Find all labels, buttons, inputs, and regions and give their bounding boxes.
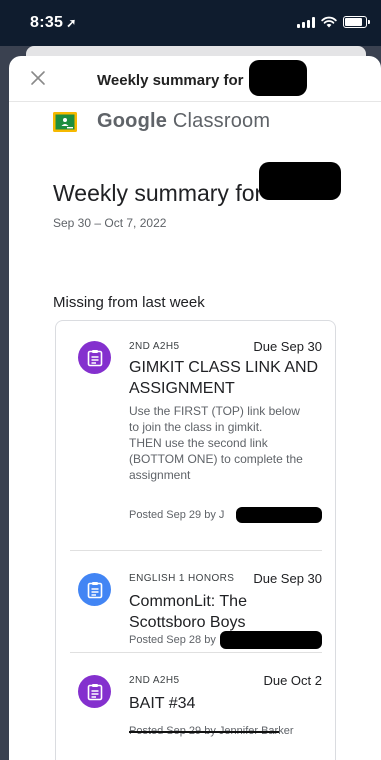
status-icons: [297, 16, 370, 28]
assignment-class: 2ND A2H5: [129, 341, 180, 352]
assignment-item[interactable]: ENGLISH 1 HONORS Due Sep 30 CommonLit: T…: [70, 551, 322, 653]
brand-classroom-text: Classroom: [172, 110, 271, 132]
assignment-title[interactable]: BAIT #34: [129, 693, 319, 714]
sheet-header: Weekly summary for: [9, 56, 381, 102]
assignment-icon: [78, 573, 111, 606]
brand-name: Google Classroom: [97, 110, 270, 133]
close-icon: [31, 71, 45, 85]
brand-google-text: Google: [97, 110, 168, 132]
status-time-text: 8:35: [30, 14, 64, 31]
assignment-posted: Posted Sep 28 by: [129, 634, 216, 646]
assignment-title[interactable]: CommonLit: The Scottsboro Boys: [129, 591, 319, 633]
assignment-due: Due Sep 30: [253, 571, 322, 586]
email-sheet: Weekly summary for Google Classroom Week…: [9, 56, 381, 760]
close-button[interactable]: [27, 67, 49, 89]
section-title: Missing from last week: [53, 294, 205, 311]
cellular-signal-icon: [297, 16, 315, 28]
assignment-class: 2ND A2H5: [129, 675, 180, 686]
assignment-due: Due Oct 2: [263, 673, 322, 688]
status-time: 8:35 ➚: [30, 14, 77, 32]
assignment-class: ENGLISH 1 HONORS: [129, 573, 235, 584]
assignment-icon: [78, 675, 111, 708]
assignment-posted: Posted Sep 29 by J: [129, 509, 225, 521]
summary-title: Weekly summary for: [53, 180, 263, 206]
assignment-due: Due Sep 30: [253, 339, 322, 354]
assignment-title[interactable]: GIMKIT CLASS LINK AND ASSIGNMENT: [129, 357, 319, 399]
assignment-icon: [78, 341, 111, 374]
redacted-summary-name: [259, 162, 341, 200]
assignment-description: Use the FIRST (TOP) link below to join t…: [129, 404, 303, 482]
wifi-icon: [321, 16, 337, 28]
redacted-author: [220, 631, 322, 649]
google-classroom-brand: Google Classroom: [53, 110, 270, 133]
location-arrow-icon: ➚: [66, 16, 77, 30]
status-bar: 8:35 ➚: [0, 0, 381, 46]
assignment-card-list: 2ND A2H5 Due Sep 30 GIMKIT CLASS LINK AN…: [55, 320, 336, 760]
scribble-redaction: [129, 731, 279, 733]
classroom-logo-icon: [53, 111, 77, 132]
date-range: Sep 30 – Oct 7, 2022: [53, 216, 167, 230]
redacted-name: [249, 60, 307, 96]
battery-icon: [343, 16, 370, 28]
assignment-item[interactable]: 2ND A2H5 Due Sep 30 GIMKIT CLASS LINK AN…: [70, 321, 322, 551]
redacted-author: [236, 507, 322, 523]
header-title: Weekly summary for: [97, 72, 244, 89]
assignment-item[interactable]: 2ND A2H5 Due Oct 2 BAIT #34 Posted Sep 2…: [70, 653, 322, 760]
